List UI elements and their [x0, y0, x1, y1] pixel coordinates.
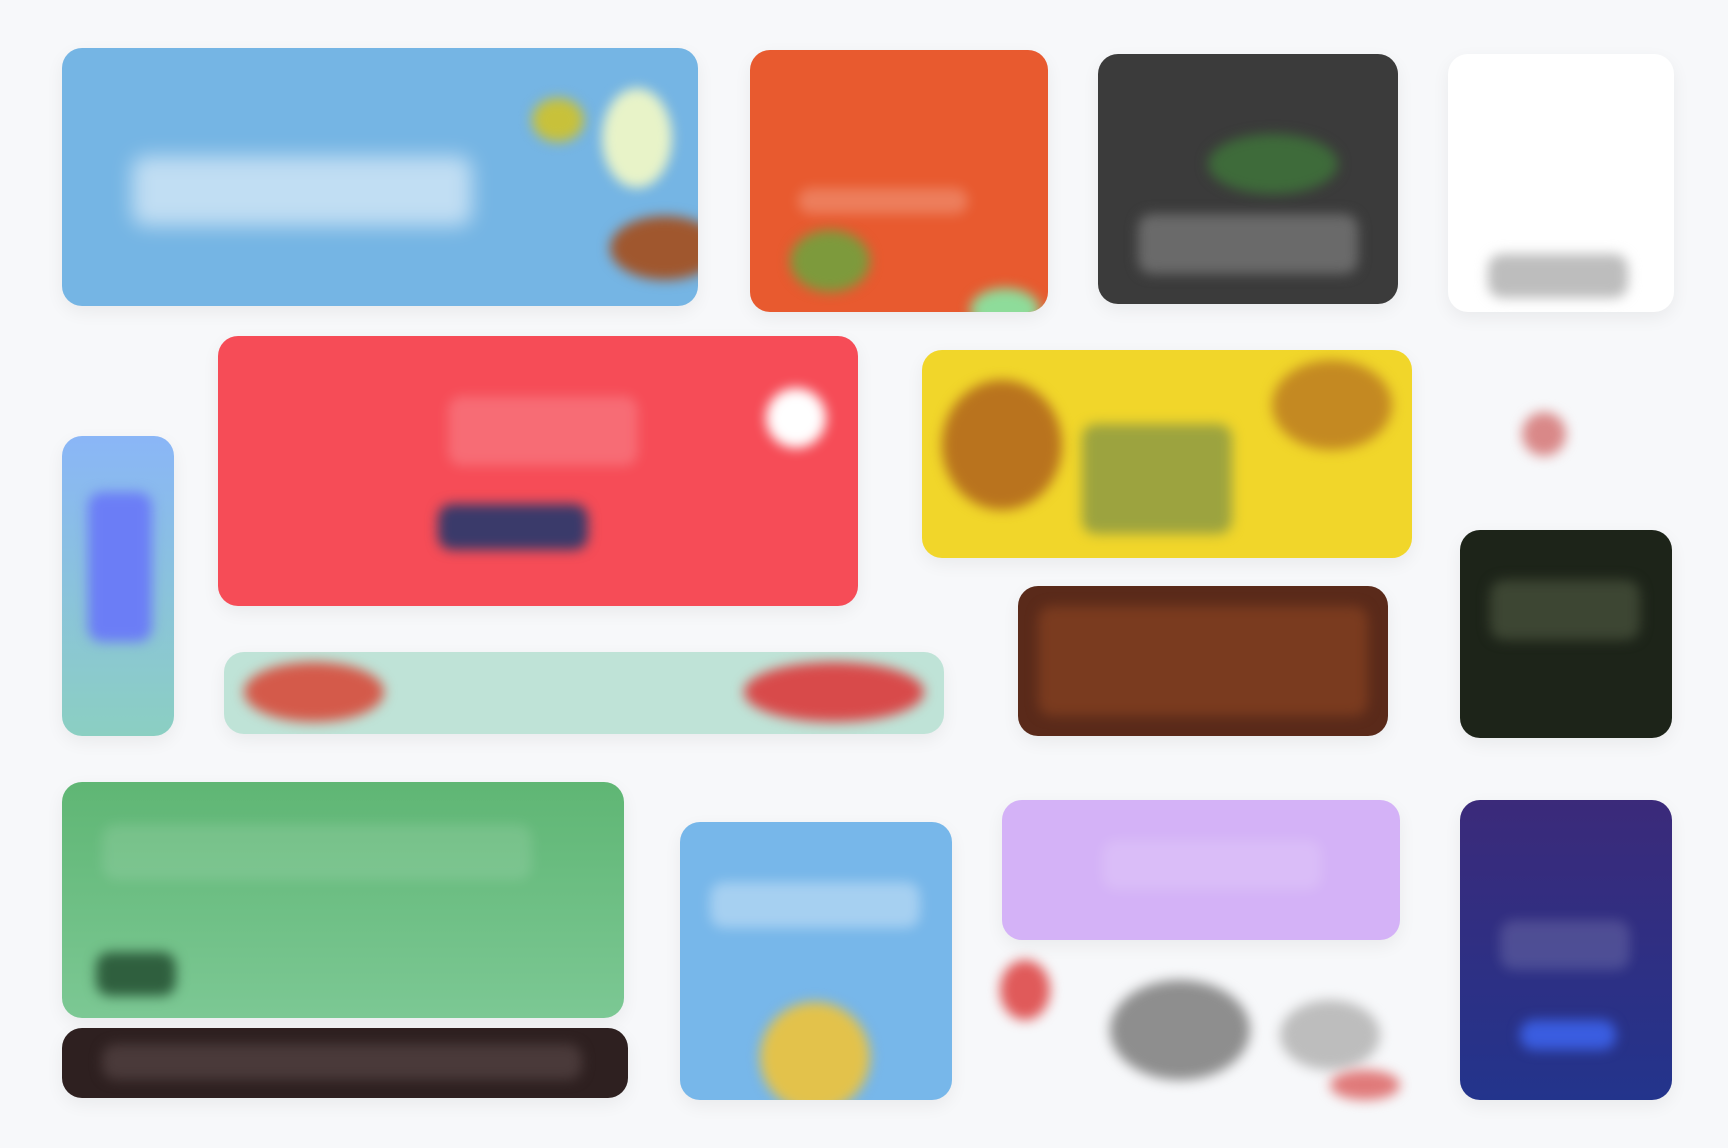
right-product-icon: [744, 662, 924, 722]
collage-canvas: [0, 0, 1728, 1148]
tile-brown-photo[interactable]: [1018, 586, 1388, 736]
white-badge-icon: [766, 388, 826, 448]
promo-title-shape: [448, 396, 638, 466]
lavender-text-shape: [1102, 840, 1322, 890]
green-accent-shape: [1208, 134, 1338, 194]
banner-headline-shape: [132, 156, 472, 226]
tile-dark-photo[interactable]: [1098, 54, 1398, 304]
sunflower-right-icon: [1272, 360, 1392, 450]
promo-cta-button[interactable]: [438, 504, 588, 550]
orange-card-text-shape: [798, 188, 968, 214]
tile-dark-green-card[interactable]: [1460, 530, 1672, 738]
basket-icon: [1082, 424, 1232, 534]
red-heart-icon: [1522, 412, 1566, 456]
tile-yellow-pattern[interactable]: [922, 350, 1412, 558]
green-card-title-shape: [102, 824, 532, 880]
yellow-sticker-icon: [532, 98, 584, 142]
tile-dark-bottom-strip[interactable]: [62, 1028, 628, 1098]
tile-red-promo[interactable]: [218, 336, 858, 606]
left-product-icon: [244, 662, 384, 722]
red-sticker-icon: [1000, 960, 1050, 1020]
tile-orange-card[interactable]: [750, 50, 1048, 312]
green-badge-icon: [790, 230, 870, 292]
badge-icon: [610, 216, 698, 280]
blue-small-title-shape: [710, 882, 920, 928]
tile-green-large[interactable]: [62, 782, 624, 1018]
leaf-icon: [970, 288, 1040, 312]
logo-mark-icon: [1488, 254, 1628, 298]
sun-icon: [760, 1002, 870, 1100]
tile-blue-small[interactable]: [680, 822, 952, 1100]
tile-blue-banner[interactable]: [62, 48, 698, 306]
sunflower-left-icon: [942, 380, 1062, 510]
green-card-button[interactable]: [96, 952, 176, 996]
slim-bottle-shape: [88, 492, 152, 642]
tile-white-logo[interactable]: [1448, 54, 1674, 312]
dark-photo-text-shape: [1138, 214, 1358, 274]
dark-strip-text-shape: [102, 1044, 582, 1080]
navy-card-button[interactable]: [1520, 1020, 1616, 1050]
product-red-icon: [1330, 1070, 1400, 1100]
tile-lavender-card[interactable]: [1002, 800, 1400, 940]
tile-mint-strip[interactable]: [224, 652, 944, 734]
navy-card-text-shape: [1500, 920, 1630, 970]
food-photo-shape: [1038, 606, 1368, 716]
dark-card-text-shape: [1490, 580, 1640, 640]
product-grey-left-icon: [1110, 980, 1250, 1080]
product-grey-right-icon: [1280, 1000, 1380, 1070]
cloud-icon: [602, 88, 672, 188]
tile-left-slim[interactable]: [62, 436, 174, 736]
tile-navy-card[interactable]: [1460, 800, 1672, 1100]
